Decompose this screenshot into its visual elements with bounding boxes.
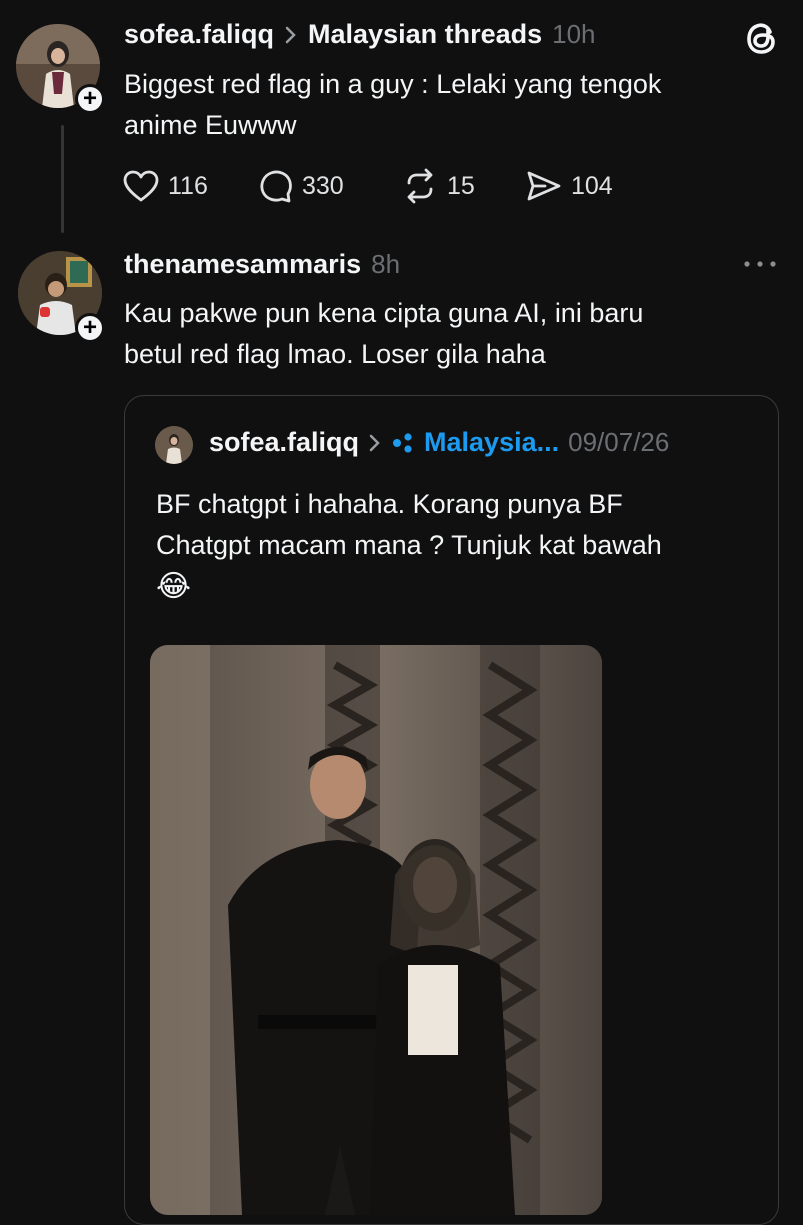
repost-count: 15 <box>447 171 475 200</box>
reply-text: Kau pakwe pun kena cipta guna AI, ini ba… <box>124 293 784 375</box>
comment-count: 330 <box>302 171 344 200</box>
more-icon[interactable] <box>742 258 778 270</box>
quoted-post-photo[interactable] <box>150 645 602 1215</box>
chevron-right-icon <box>285 26 296 43</box>
share-icon <box>527 171 561 201</box>
like-button[interactable]: 116 <box>122 169 258 203</box>
reply-follow-plus-icon[interactable]: + <box>75 313 105 343</box>
quoted-avatar-image <box>155 426 193 464</box>
share-count: 104 <box>571 171 613 200</box>
comment-button[interactable]: 330 <box>258 168 401 204</box>
reply-username[interactable]: thenamesammaris <box>124 249 361 280</box>
follow-plus-icon[interactable]: + <box>75 84 105 114</box>
reply-header: thenamesammaris 8h <box>124 249 400 280</box>
quoted-avatar[interactable] <box>155 426 193 464</box>
threads-logo-icon[interactable] <box>742 18 782 58</box>
quoted-date: 09/07/26 <box>568 427 670 457</box>
couple-photo-image <box>150 645 602 1215</box>
post-text-line-1: Biggest red flag in a guy : Lelaki yang … <box>124 69 662 99</box>
quoted-username[interactable]: sofea.faliqq <box>209 427 359 458</box>
post-header: sofea.faliqq Malaysian threads 10h <box>124 19 596 50</box>
heart-icon <box>123 170 159 202</box>
quoted-text: BF chatgpt i hahaha. Korang punya BF Cha… <box>156 484 756 607</box>
post-text-line-2: anime Euwww <box>124 110 297 140</box>
reply-text-line-2: betul red flag lmao. Loser gila haha <box>124 339 546 369</box>
post-username[interactable]: sofea.faliqq <box>124 19 274 50</box>
post-time: 10h <box>552 19 596 49</box>
community-icon <box>393 432 412 453</box>
quoted-text-line-2: Chatgpt macam mana ? Tunjuk kat bawah <box>156 530 662 560</box>
repost-button[interactable]: 15 <box>401 168 525 204</box>
chevron-right-icon <box>369 434 380 451</box>
repost-icon <box>407 168 433 204</box>
community-link[interactable]: Malaysian threads <box>308 19 542 50</box>
thread-connector <box>61 125 64 233</box>
share-button[interactable]: 104 <box>525 169 645 203</box>
comment-icon <box>260 170 292 203</box>
action-bar: 116 330 15 104 <box>122 168 645 204</box>
quoted-text-line-1: BF chatgpt i hahaha. Korang punya BF <box>156 489 623 519</box>
post-text: Biggest red flag in a guy : Lelaki yang … <box>124 64 784 146</box>
reply-time: 8h <box>371 249 401 279</box>
laughing-emoji: 😂 <box>156 570 192 603</box>
reply-text-line-1: Kau pakwe pun kena cipta guna AI, ini ba… <box>124 298 644 328</box>
like-count: 116 <box>168 171 208 200</box>
quoted-community-link[interactable]: Malaysia... <box>424 427 559 458</box>
quoted-header: sofea.faliqq Malaysia... 09/07/26 <box>209 427 669 458</box>
